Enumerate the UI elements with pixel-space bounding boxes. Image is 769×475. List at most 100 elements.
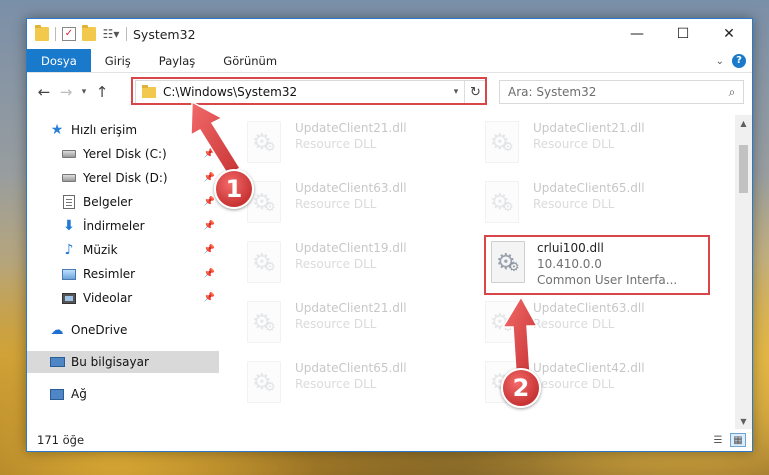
music-icon: ♪ bbox=[64, 242, 74, 258]
pictures-icon bbox=[61, 267, 77, 281]
file-type: Resource DLL bbox=[533, 377, 615, 391]
file-name: UpdateClient65.dll bbox=[533, 181, 645, 195]
recent-locations-icon[interactable]: ▾ bbox=[77, 80, 91, 104]
nav-item-label: İndirmeler bbox=[83, 219, 145, 233]
file-tile[interactable]: UpdateClient19.dll Resource DLL bbox=[223, 237, 453, 289]
nav-item-documents[interactable]: Belgeler 📌 bbox=[27, 191, 219, 213]
file-type: Resource DLL bbox=[533, 317, 615, 331]
file-name: UpdateClient63.dll bbox=[533, 301, 645, 315]
dll-file-icon bbox=[485, 121, 519, 163]
file-name: UpdateClient21.dll bbox=[295, 121, 407, 135]
help-icon[interactable]: ? bbox=[732, 54, 746, 68]
toolbar-divider bbox=[126, 27, 127, 41]
file-tile[interactable]: UpdateClient21.dll Resource DLL bbox=[223, 117, 453, 169]
tab-share[interactable]: Paylaş bbox=[145, 49, 210, 72]
nav-item-label: Ağ bbox=[71, 387, 87, 401]
pin-icon[interactable]: 📌 bbox=[204, 173, 215, 183]
file-name: UpdateClient63.dll bbox=[295, 181, 407, 195]
file-type: Resource DLL bbox=[295, 377, 377, 391]
nav-item-music[interactable]: ♪ Müzik 📌 bbox=[27, 239, 219, 261]
pin-icon[interactable]: 📌 bbox=[204, 149, 215, 159]
nav-item-downloads[interactable]: ⬇ İndirmeler 📌 bbox=[27, 215, 219, 237]
dll-file-icon bbox=[247, 241, 281, 283]
search-input[interactable] bbox=[508, 85, 721, 99]
dll-file-icon bbox=[247, 301, 281, 343]
minimize-button[interactable]: — bbox=[614, 19, 660, 49]
large-icons-view-icon[interactable]: ▦ bbox=[730, 433, 746, 447]
close-button[interactable]: ✕ bbox=[706, 19, 752, 49]
toolbar-divider bbox=[55, 27, 56, 41]
this-pc-icon bbox=[49, 355, 65, 369]
details-view-icon[interactable]: ☰ bbox=[710, 433, 726, 447]
customize-toolbar-icon[interactable]: ☷▾ bbox=[102, 27, 120, 41]
folder-icon bbox=[35, 25, 49, 41]
file-tile[interactable]: UpdateClient21.dll Resource DLL bbox=[223, 297, 453, 349]
tab-home[interactable]: Giriş bbox=[91, 49, 145, 72]
scrollbar-thumb[interactable] bbox=[739, 145, 748, 193]
file-tile[interactable]: UpdateClient63.dll Resource DLL bbox=[223, 177, 453, 229]
forward-arrow-icon[interactable]: → bbox=[55, 80, 77, 104]
status-bar: 171 öğe ☰ ▦ bbox=[27, 429, 752, 451]
scroll-up-icon[interactable]: ▲ bbox=[735, 115, 752, 131]
pin-icon[interactable]: 📌 bbox=[204, 197, 215, 207]
dll-file-icon bbox=[247, 361, 281, 403]
documents-icon bbox=[61, 195, 77, 209]
network-icon bbox=[49, 387, 65, 401]
file-tile[interactable]: UpdateClient65.dll Resource DLL bbox=[461, 177, 691, 229]
file-name: UpdateClient21.dll bbox=[295, 301, 407, 315]
dll-file-icon bbox=[485, 181, 519, 223]
nav-item-label: Yerel Disk (C:) bbox=[83, 147, 167, 161]
vertical-scrollbar[interactable]: ▲ ▼ bbox=[735, 115, 752, 429]
search-icon[interactable]: ⌕ bbox=[721, 85, 743, 100]
tab-file[interactable]: Dosya bbox=[27, 49, 91, 72]
maximize-button[interactable]: ☐ bbox=[660, 19, 706, 49]
file-highlight-box bbox=[484, 235, 710, 295]
expand-ribbon-icon[interactable]: ⌄ bbox=[716, 56, 724, 67]
file-type: Resource DLL bbox=[295, 257, 377, 271]
nav-item-label: Hızlı erişim bbox=[71, 123, 138, 137]
nav-item-network[interactable]: Ağ bbox=[27, 383, 219, 405]
file-tile[interactable]: UpdateClient21.dll Resource DLL bbox=[461, 117, 691, 169]
nav-item-this-pc[interactable]: Bu bilgisayar bbox=[27, 351, 219, 373]
drive-icon bbox=[61, 147, 77, 161]
window-controls: — ☐ ✕ bbox=[614, 19, 752, 49]
view-buttons: ☰ ▦ bbox=[710, 433, 746, 447]
pin-icon[interactable]: 📌 bbox=[204, 221, 215, 231]
nav-item-local-disk-c[interactable]: Yerel Disk (C:) 📌 bbox=[27, 143, 219, 165]
file-tile[interactable]: UpdateClient42.dll Resource DLL bbox=[461, 357, 691, 409]
nav-item-pictures[interactable]: Resimler 📌 bbox=[27, 263, 219, 285]
pin-icon[interactable]: 📌 bbox=[204, 245, 215, 255]
scroll-down-icon[interactable]: ▼ bbox=[735, 413, 752, 429]
back-arrow-icon[interactable]: ← bbox=[33, 80, 55, 104]
up-arrow-icon[interactable]: ↑ bbox=[91, 80, 113, 104]
star-icon: ★ bbox=[50, 122, 64, 138]
file-type: Resource DLL bbox=[295, 317, 377, 331]
videos-icon bbox=[61, 291, 77, 305]
nav-item-label: OneDrive bbox=[71, 323, 128, 337]
nav-item-label: Videolar bbox=[83, 291, 133, 305]
file-tile[interactable]: UpdateClient63.dll Resource DLL bbox=[461, 297, 691, 349]
nav-item-label: Müzik bbox=[83, 243, 118, 257]
tab-view[interactable]: Görünüm bbox=[209, 49, 291, 72]
quick-access-toolbar: ✓ ☷▾ bbox=[27, 25, 127, 41]
search-box[interactable]: ⌕ bbox=[499, 80, 744, 104]
window-title: System32 bbox=[133, 26, 196, 42]
downloads-icon: ⬇ bbox=[63, 218, 75, 234]
file-tile[interactable]: UpdateClient65.dll Resource DLL bbox=[223, 357, 453, 409]
properties-check-icon[interactable]: ✓ bbox=[62, 27, 76, 41]
pin-icon[interactable]: 📌 bbox=[204, 293, 215, 303]
file-type: Resource DLL bbox=[295, 137, 377, 151]
nav-item-label: Bu bilgisayar bbox=[71, 355, 149, 369]
nav-item-videos[interactable]: Videolar 📌 bbox=[27, 287, 219, 309]
drive-icon bbox=[61, 171, 77, 185]
nav-item-onedrive[interactable]: ☁ OneDrive bbox=[27, 319, 219, 341]
file-name: UpdateClient42.dll bbox=[533, 361, 645, 375]
callout-2: 2 bbox=[501, 368, 541, 408]
pin-icon[interactable]: 📌 bbox=[204, 269, 215, 279]
nav-item-quick-access[interactable]: ★ Hızlı erişim bbox=[27, 119, 219, 141]
file-type: Resource DLL bbox=[533, 137, 615, 151]
new-folder-icon[interactable] bbox=[82, 25, 96, 41]
file-name: UpdateClient65.dll bbox=[295, 361, 407, 375]
nav-item-local-disk-d[interactable]: Yerel Disk (D:) 📌 bbox=[27, 167, 219, 189]
item-count: 171 öğe bbox=[37, 433, 85, 447]
